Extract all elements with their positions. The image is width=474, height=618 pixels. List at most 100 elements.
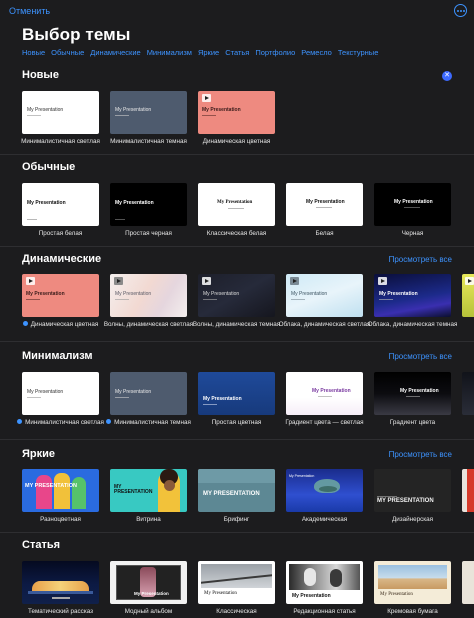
selected-indicator: [17, 419, 23, 424]
thumb-title: MY PRESENTATION: [114, 484, 153, 495]
theme-tile[interactable]: Тематический рассказ: [22, 561, 99, 615]
thumb-title: My Presentation: [217, 200, 253, 205]
theme-name: Кремовая бумага: [387, 608, 438, 615]
thumb-title: My Presentation: [379, 291, 418, 297]
theme-name: Облака, динамическая светлая: [278, 321, 371, 328]
theme-name: Минималистичная светлая: [21, 138, 100, 145]
theme-tile[interactable]: My Presentation Облака, динамическая тем…: [368, 274, 457, 328]
theme-tile[interactable]: My Presentation Простая цветная: [198, 372, 275, 426]
category-link-craft[interactable]: Ремесло: [301, 48, 332, 57]
category-link-minimal[interactable]: Минимализм: [147, 48, 192, 57]
theme-tile[interactable]: MY PRESENTATION Витрина: [110, 469, 187, 523]
theme-name: Академическая: [301, 516, 348, 523]
theme-name: Модный альбом: [124, 608, 173, 615]
theme-tile[interactable]: My Presentation Динамическая цветная: [22, 274, 99, 328]
section-divider: [0, 341, 474, 342]
see-all-button[interactable]: Просмотреть все: [389, 352, 452, 361]
category-link-textured[interactable]: Текстурные: [338, 48, 379, 57]
theme-tile[interactable]: My Presentation Облака, динамическая све…: [279, 274, 370, 328]
theme-tile[interactable]: My Presentation Минималистичная светлая: [21, 91, 100, 145]
category-link-dynamic[interactable]: Динамические: [90, 48, 140, 57]
thumb-title: My Presentation: [203, 291, 240, 297]
thumb-title: My Presentation: [134, 591, 169, 596]
theme-tile[interactable]: My Presentation Градиент цвета: [374, 372, 451, 426]
category-link-portfolio[interactable]: Портфолио: [255, 48, 295, 57]
selected-indicator: [22, 321, 28, 326]
theme-name: Минималистичная темная: [98, 419, 199, 427]
selected-indicator: [106, 419, 112, 424]
section-title-regular: Обычные: [22, 161, 76, 173]
thumb-title: My Presentation: [400, 388, 439, 394]
theme-name: Белая: [315, 230, 334, 237]
theme-name: Черная: [401, 230, 424, 237]
thumb-title: My Presentation: [26, 291, 65, 297]
theme-tile[interactable]: My Presentation Простая белая: [22, 183, 99, 237]
category-bar: Новые Обычные Динамические Минимализм Яр…: [22, 48, 472, 57]
cancel-button[interactable]: Отменить: [9, 6, 50, 16]
theme-tile[interactable]: MY PRESENTATION Дизайнерская: [374, 469, 451, 523]
theme-tile[interactable]: My Presentation Минималистичная темная: [106, 372, 191, 426]
theme-tile[interactable]: My Presentation Классическая: [198, 561, 275, 615]
theme-name: Облака, динамическая темная: [367, 321, 458, 328]
see-all-button[interactable]: Просмотреть все: [389, 255, 452, 264]
theme-name: Градиент цвета: [389, 419, 436, 426]
theme-tile[interactable]: MY PRESENTATION Брифинг: [198, 469, 275, 523]
section-title-dynamic: Динамические: [22, 253, 102, 265]
page-title: Выбор темы: [22, 25, 131, 44]
play-icon: [290, 277, 299, 285]
play-icon: [378, 277, 387, 285]
section-divider: [0, 532, 474, 533]
thumb-title: My Presentation: [202, 107, 241, 113]
see-all-button[interactable]: Просмотреть все: [389, 450, 452, 459]
category-link-regular[interactable]: Обычные: [51, 48, 84, 57]
theme-tile-partial[interactable]: [462, 372, 474, 415]
section-title-article: Статья: [22, 539, 61, 551]
theme-tile[interactable]: My Presentation Простая черная: [110, 183, 187, 237]
theme-tile-partial[interactable]: [462, 274, 474, 317]
thumb-title: My Presentation: [291, 291, 328, 297]
theme-tile[interactable]: My Presentation Волны, динамическая свет…: [104, 274, 193, 328]
theme-tile[interactable]: My Presentation Волны, динамическая темн…: [193, 274, 280, 328]
thumb-title: My Presentation: [292, 593, 331, 599]
theme-name: Разноцветная: [40, 516, 81, 523]
theme-name: Градиент цвета — светлая: [285, 419, 364, 426]
ellipsis-circle-icon[interactable]: [454, 4, 467, 17]
theme-tile[interactable]: My Presentation Классическая белая: [198, 183, 275, 237]
theme-tile-partial[interactable]: [462, 469, 474, 512]
theme-tile-partial[interactable]: [462, 561, 474, 604]
thumb-title: My Presentation: [27, 107, 64, 113]
category-link-new[interactable]: Новые: [22, 48, 45, 57]
theme-tile[interactable]: My Presentation Градиент цвета — светлая: [285, 372, 364, 426]
category-link-bright[interactable]: Яркие: [198, 48, 219, 57]
theme-tile[interactable]: My Presentation Белая: [286, 183, 363, 237]
close-circle-icon[interactable]: ✕: [442, 71, 452, 81]
theme-name: Динамическая цветная: [202, 138, 271, 145]
theme-name: Минималистичная темная: [110, 138, 187, 145]
theme-tile[interactable]: My Presentation Кремовая бумага: [374, 561, 451, 615]
play-icon: [26, 277, 35, 285]
theme-tile[interactable]: My Presentation Редакционная статья: [286, 561, 363, 615]
section-title-minimal: Минимализм: [22, 350, 93, 362]
thumb-title: My Presentation: [394, 199, 433, 205]
thumb-title: My Presentation: [115, 291, 152, 297]
thumb-title: My Presentation: [27, 389, 64, 395]
theme-name: Брифинг: [223, 516, 250, 523]
thumb-title: My Presentation: [115, 389, 152, 395]
thumb-title: My Presentation: [203, 396, 242, 402]
theme-tile[interactable]: My Presentation Черная: [374, 183, 451, 237]
theme-name: Простая белая: [38, 230, 83, 237]
thumb-title: MY PRESENTATION: [377, 498, 434, 504]
theme-tile[interactable]: My Presentation Минималистичная темная: [110, 91, 187, 145]
play-icon: [202, 94, 211, 102]
section-divider: [0, 439, 474, 440]
play-icon: [114, 277, 123, 285]
theme-name: Тематический рассказ: [27, 608, 94, 615]
category-link-article[interactable]: Статья: [225, 48, 249, 57]
thumb-title: My Presentation: [115, 107, 152, 113]
theme-tile[interactable]: My Presentation Минималистичная светлая: [17, 372, 104, 426]
theme-tile[interactable]: My Presentation Академическая: [286, 469, 363, 523]
theme-tile[interactable]: MY PRESENTATION Разноцветная: [22, 469, 99, 523]
theme-tile[interactable]: My Presentation Динамическая цветная: [198, 91, 275, 145]
play-icon: [465, 277, 474, 285]
theme-tile[interactable]: My Presentation Модный альбом: [110, 561, 187, 615]
